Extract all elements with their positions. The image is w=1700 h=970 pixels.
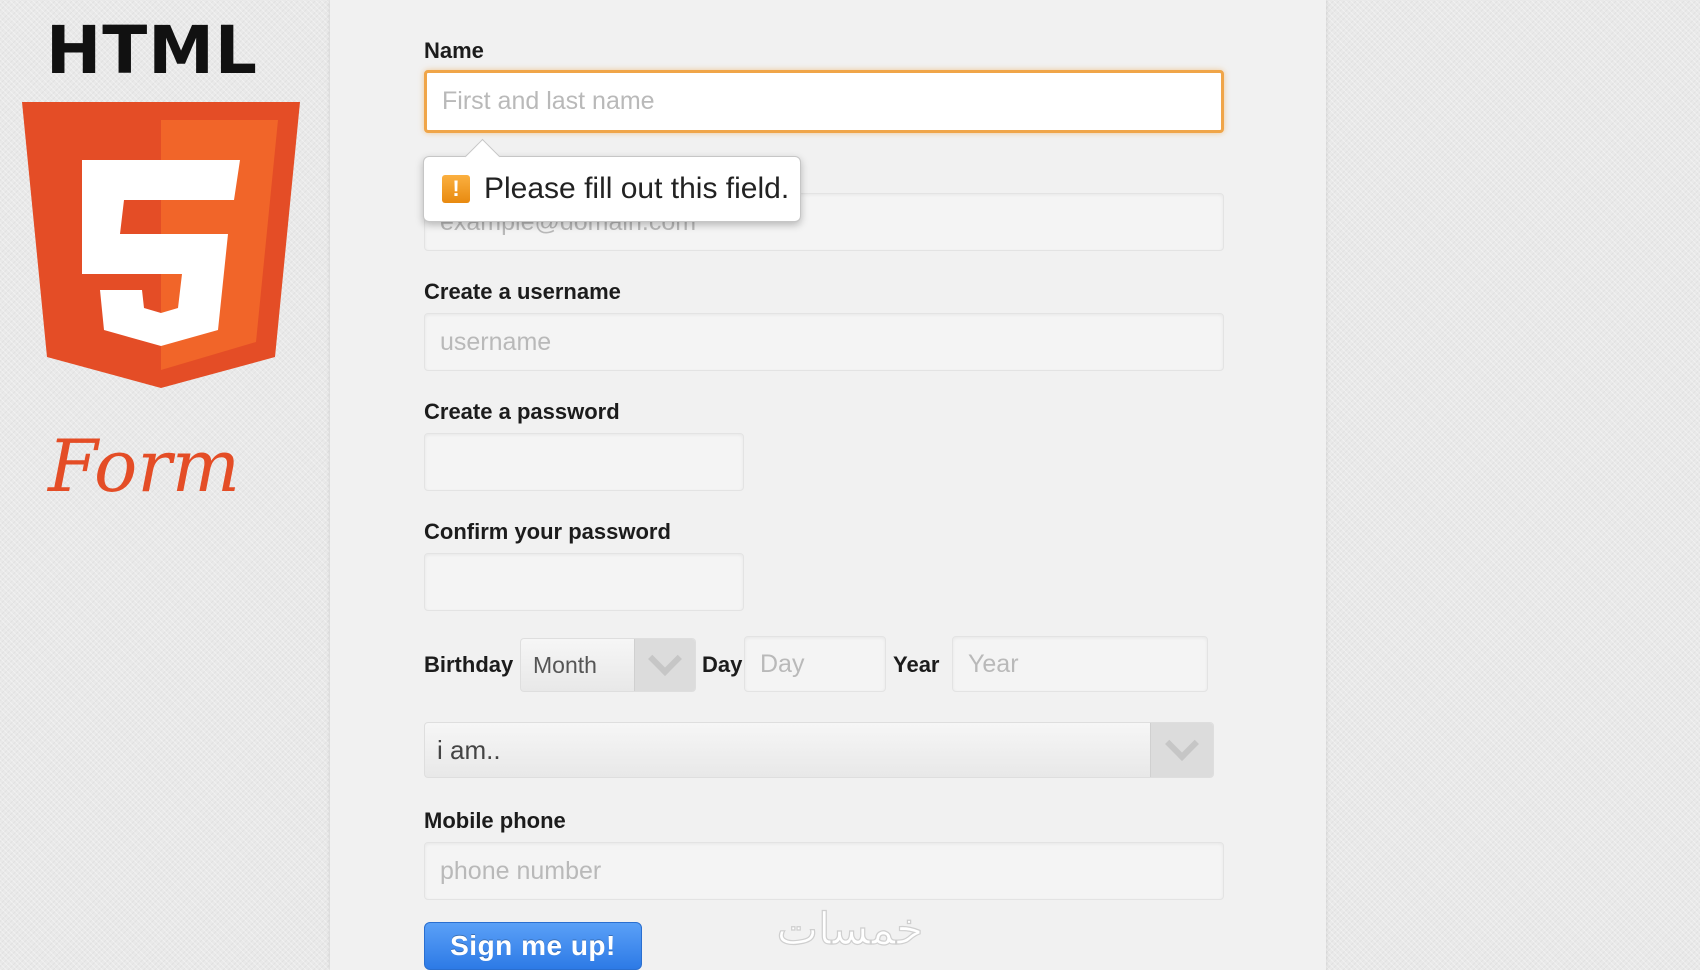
birthday-label: Birthday <box>424 652 514 677</box>
password-input[interactable] <box>424 433 744 491</box>
sign-up-button[interactable]: Sign me up! <box>424 922 642 970</box>
badge-five-glyph <box>82 160 240 346</box>
day-input[interactable] <box>744 636 886 692</box>
html5-form-branding: HTML 5 Form <box>0 0 330 560</box>
name-input[interactable] <box>424 70 1224 133</box>
gender-select-toggle[interactable] <box>1150 723 1213 777</box>
html-title-text: HTML <box>46 12 258 89</box>
confirm-password-label: Confirm your password <box>424 519 671 544</box>
form-title-text: Form <box>48 424 241 508</box>
watermark-text: خمسات <box>777 904 924 955</box>
chevron-down-icon <box>1165 727 1199 761</box>
gender-select-value: i am.. <box>437 735 501 765</box>
html5-shield-logo: 5 <box>22 102 300 388</box>
day-label: Day <box>702 652 743 677</box>
chevron-down-icon <box>648 642 682 676</box>
validation-message: Please fill out this field. <box>484 172 790 205</box>
month-select-value: Month <box>533 652 597 678</box>
mobile-phone-label: Mobile phone <box>424 808 566 833</box>
username-label: Create a username <box>424 279 621 304</box>
mobile-phone-input[interactable] <box>424 842 1224 900</box>
validation-tooltip: ! Please fill out this field. <box>423 138 801 222</box>
month-select[interactable]: Month <box>520 638 696 692</box>
password-label: Create a password <box>424 399 620 424</box>
confirm-password-input[interactable] <box>424 553 744 611</box>
username-input[interactable] <box>424 313 1224 371</box>
gender-select[interactable]: i am.. <box>424 722 1214 778</box>
name-label: Name <box>424 38 484 63</box>
month-select-toggle[interactable] <box>634 639 695 691</box>
warning-icon: ! <box>442 175 470 203</box>
year-label: Year <box>893 652 940 677</box>
year-input[interactable] <box>952 636 1208 692</box>
khamsat-watermark: خمسات <box>776 903 924 955</box>
